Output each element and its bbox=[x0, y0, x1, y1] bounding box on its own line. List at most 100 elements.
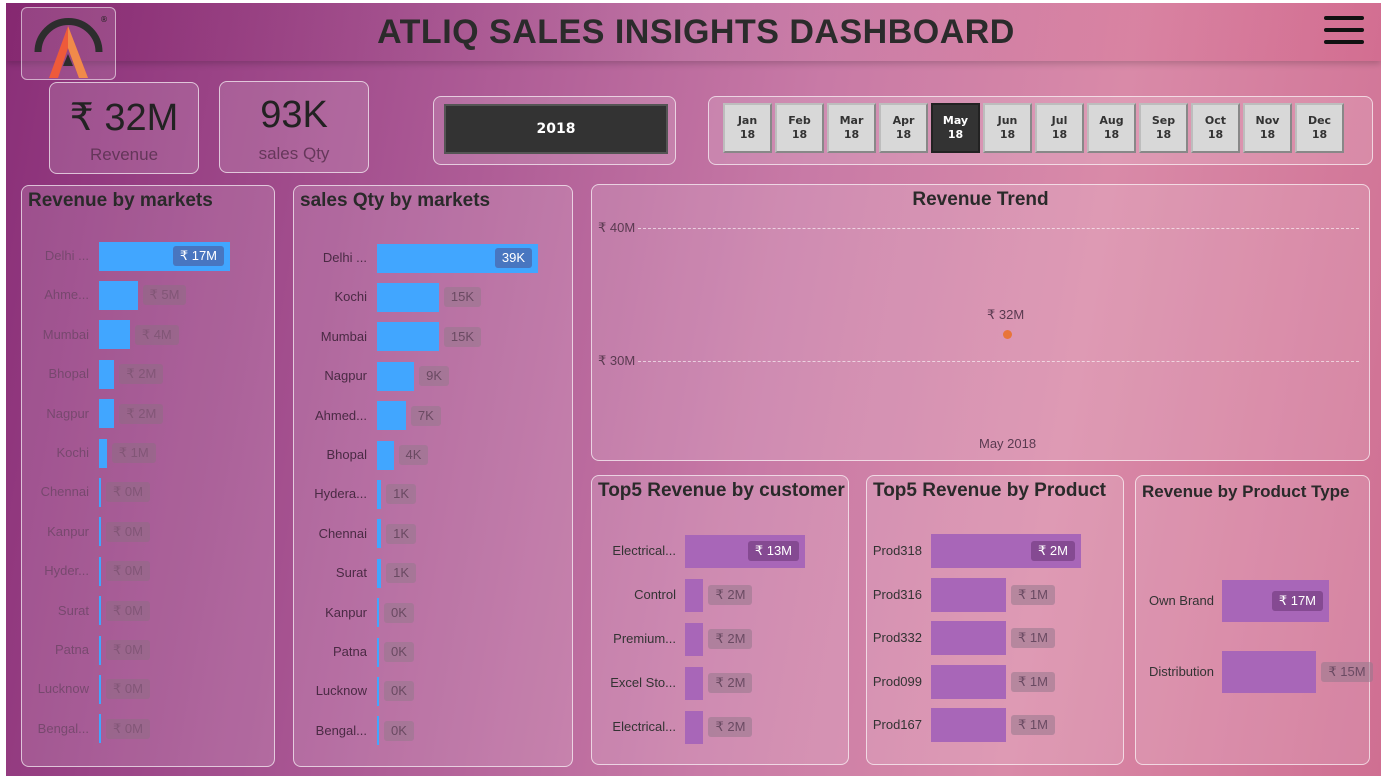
bar[interactable] bbox=[99, 674, 101, 704]
bar[interactable] bbox=[685, 622, 704, 656]
bar[interactable] bbox=[99, 714, 101, 744]
hamburger-menu-icon[interactable] bbox=[1324, 16, 1364, 48]
bar[interactable] bbox=[377, 637, 379, 667]
month-button-jun[interactable]: Jun 18 bbox=[983, 103, 1032, 153]
bar[interactable] bbox=[99, 635, 101, 665]
month-button-feb[interactable]: Feb 18 bbox=[775, 103, 824, 153]
month-button-aug[interactable]: Aug 18 bbox=[1087, 103, 1136, 153]
bar[interactable] bbox=[99, 517, 101, 547]
month-button-may[interactable]: May 18 bbox=[931, 103, 980, 153]
month-year: 18 bbox=[1051, 128, 1068, 141]
month-name: Jun bbox=[997, 114, 1018, 127]
month-name: Aug bbox=[1099, 114, 1124, 127]
bar[interactable] bbox=[931, 664, 1006, 699]
bar-data-label: ₹ 2M bbox=[119, 364, 164, 385]
bar-category-label: Own Brand bbox=[1148, 593, 1214, 608]
bar[interactable] bbox=[1222, 651, 1317, 693]
month-button-apr[interactable]: Apr 18 bbox=[879, 103, 928, 153]
bar-category-label: Prod167 bbox=[872, 717, 922, 732]
bar-category-label: Nagpur bbox=[324, 368, 367, 384]
month-button-jul[interactable]: Jul 18 bbox=[1035, 103, 1084, 153]
month-name: Sep bbox=[1151, 114, 1176, 127]
panel-title: Revenue by Product Type bbox=[1142, 482, 1350, 501]
page-title: ATLIQ SALES INSIGHTS DASHBOARD bbox=[377, 13, 1015, 51]
bar[interactable] bbox=[931, 577, 1006, 612]
bar[interactable] bbox=[99, 359, 115, 389]
month-year: 18 bbox=[999, 128, 1016, 141]
y-tick-label: ₹ 30M bbox=[598, 353, 636, 369]
month-button-sep[interactable]: Sep 18 bbox=[1139, 103, 1188, 153]
bar[interactable] bbox=[99, 477, 101, 507]
bar[interactable] bbox=[685, 666, 704, 700]
bar[interactable] bbox=[931, 708, 1006, 742]
bar-category-label: Hyder... bbox=[44, 563, 89, 579]
bar[interactable] bbox=[377, 322, 439, 352]
bar-category-label: Bengal... bbox=[315, 722, 367, 738]
bar-data-label: 1K bbox=[386, 563, 417, 584]
bar-data-label: 0K bbox=[384, 720, 414, 741]
bar[interactable] bbox=[99, 438, 107, 468]
bar-category-label: Mumbai bbox=[42, 326, 89, 342]
bar-data-label: ₹ 0M bbox=[106, 521, 150, 542]
bar-category-label: Patna bbox=[333, 644, 367, 659]
bar[interactable] bbox=[685, 710, 704, 744]
month-button-jan[interactable]: Jan 18 bbox=[723, 103, 772, 153]
bar-data-label: 9K bbox=[419, 366, 450, 387]
bar-category-label: Control bbox=[634, 587, 676, 602]
bar-category-label: Electrical... bbox=[612, 543, 676, 558]
bar-category-label: Nagpur bbox=[46, 405, 89, 421]
bar[interactable] bbox=[377, 282, 439, 312]
bar-data-label: ₹ 2M bbox=[708, 673, 753, 693]
bar[interactable] bbox=[377, 598, 379, 628]
bar-category-label: Kanpur bbox=[325, 604, 367, 620]
year-button-2018[interactable]: 2018 bbox=[444, 104, 668, 154]
bar[interactable] bbox=[377, 716, 379, 746]
bar-data-label: 39K bbox=[494, 248, 532, 268]
bar-category-label: Hydera... bbox=[314, 486, 367, 502]
bar-data-label: ₹ 2M bbox=[708, 717, 753, 737]
month-button-oct[interactable]: Oct 18 bbox=[1191, 103, 1240, 153]
bar-category-label: Delhi ... bbox=[322, 250, 367, 265]
bar[interactable] bbox=[377, 676, 379, 706]
bar-data-label: ₹ 0M bbox=[106, 482, 150, 503]
bar-data-label: ₹ 0M bbox=[106, 561, 150, 582]
bar[interactable] bbox=[377, 519, 382, 549]
bar[interactable] bbox=[99, 556, 101, 586]
month-year: 18 bbox=[947, 128, 964, 141]
bar-category-label: Kanpur bbox=[47, 523, 89, 539]
month-name: Apr bbox=[892, 114, 915, 127]
bar-category-label: Ahmed... bbox=[314, 407, 367, 423]
bar-category-label: Chennai bbox=[318, 525, 367, 541]
bar[interactable] bbox=[99, 596, 101, 626]
month-button-dec[interactable]: Dec 18 bbox=[1295, 103, 1344, 153]
bar[interactable] bbox=[377, 558, 382, 588]
bar[interactable] bbox=[377, 361, 415, 391]
trend-data-point[interactable] bbox=[1002, 330, 1012, 340]
qty-kpi-label: sales Qty bbox=[258, 144, 330, 163]
panel-title: Top5 Revenue by Product bbox=[873, 480, 1106, 501]
bar[interactable] bbox=[377, 401, 406, 431]
bar[interactable] bbox=[685, 578, 704, 612]
y-tick-label: ₹ 40M bbox=[598, 220, 636, 235]
revenue-trend-panel: Revenue Trend ₹ 40M ₹ 30M ₹ 32M May 2018 bbox=[591, 184, 1370, 461]
bar[interactable] bbox=[99, 280, 138, 310]
bar[interactable] bbox=[99, 320, 130, 350]
bar-data-label: ₹ 2M bbox=[708, 585, 753, 605]
bar[interactable] bbox=[377, 440, 394, 470]
month-year: 18 bbox=[739, 128, 756, 141]
bar-category-label: Prod318 bbox=[872, 543, 922, 558]
bar-category-label: Distribution bbox=[1148, 664, 1214, 679]
month-name: Nov bbox=[1255, 114, 1280, 127]
bar-data-label: ₹ 0M bbox=[106, 600, 150, 621]
bar-data-label: ₹ 5M bbox=[142, 285, 187, 306]
bar[interactable] bbox=[931, 621, 1006, 655]
bar-category-label: Lucknow bbox=[315, 683, 367, 699]
bar[interactable] bbox=[99, 399, 115, 429]
panel-title: Revenue Trend bbox=[912, 189, 1049, 210]
bar-data-label: 1K bbox=[386, 523, 417, 544]
bar-data-label: ₹ 2M bbox=[1031, 541, 1075, 561]
month-button-mar[interactable]: Mar 18 bbox=[827, 103, 876, 153]
month-button-nov[interactable]: Nov 18 bbox=[1243, 103, 1292, 153]
bar-category-label: Premium... bbox=[613, 631, 676, 646]
bar[interactable] bbox=[377, 479, 382, 509]
